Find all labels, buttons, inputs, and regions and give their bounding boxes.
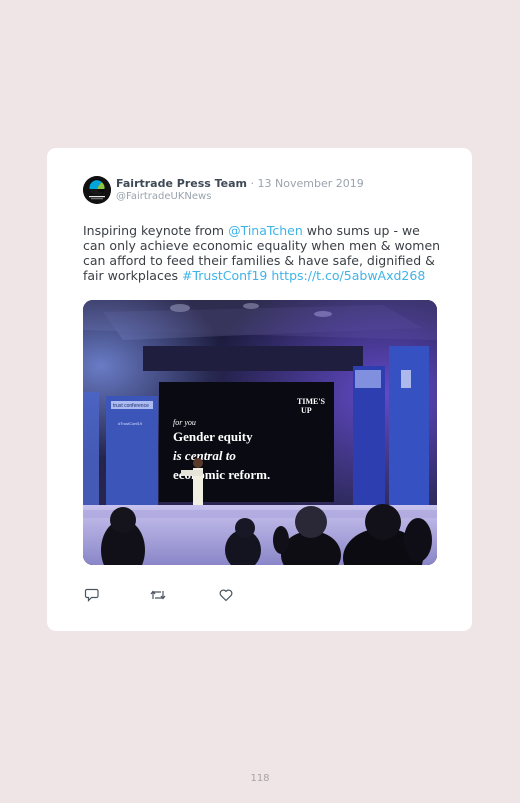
screen-line-2: Gender equity xyxy=(173,429,253,444)
mention-link[interactable]: @TinaTchen xyxy=(228,223,303,238)
retweet-button[interactable] xyxy=(149,586,167,604)
author-handle[interactable]: @FairtradeUKNews xyxy=(116,191,211,202)
left-banner-title: trust conference xyxy=(113,403,149,409)
retweet-icon xyxy=(150,590,166,600)
logo-line-2: UP xyxy=(301,406,312,415)
tweet-date[interactable]: 13 November 2019 xyxy=(258,177,364,190)
left-banner-subtitle: #TrustConf19 xyxy=(118,421,143,426)
reply-icon xyxy=(84,588,99,602)
tweet-url-link[interactable]: https://t.co/5abwAxd268 xyxy=(271,268,425,283)
reply-button[interactable] xyxy=(83,586,101,604)
tweet-photo[interactable]: trust conference #TrustConf19 for you Ge… xyxy=(83,300,437,565)
tweet-text: Inspiring keynote from @TinaTchen who su… xyxy=(83,223,443,283)
page-number: 118 xyxy=(250,773,270,784)
separator-dot: · xyxy=(247,177,258,190)
tweet-author-line: Fairtrade Press Team · 13 November 2019 xyxy=(116,177,364,190)
author-name[interactable]: Fairtrade Press Team xyxy=(116,177,247,190)
logo-line-1: TIME'S xyxy=(297,397,326,406)
fairtrade-logo-avatar[interactable] xyxy=(83,176,111,204)
screen-line-1: for you xyxy=(173,418,196,427)
tweet-card: Fairtrade Press Team · 13 November 2019 … xyxy=(47,148,472,631)
heart-icon xyxy=(219,589,233,602)
tweet-text-part: Inspiring keynote from xyxy=(83,223,229,238)
like-button[interactable] xyxy=(217,586,235,604)
hashtag-link[interactable]: #TrustConf19 xyxy=(182,268,267,283)
screen-line-3: is central to xyxy=(173,448,236,463)
